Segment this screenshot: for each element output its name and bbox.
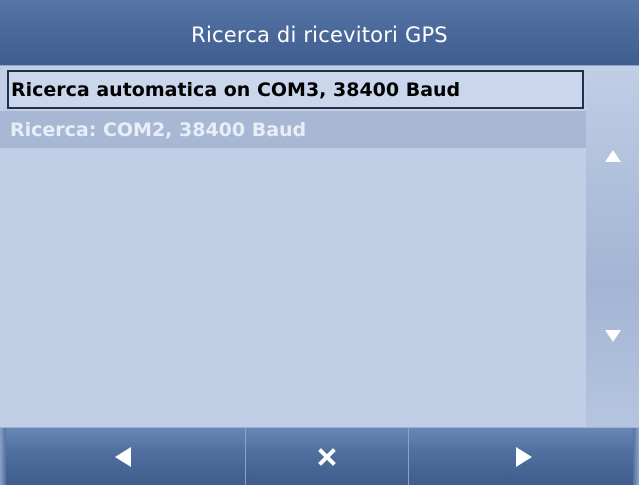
triangle-up-icon [604, 149, 622, 163]
gps-search-screen: Ricerca di ricevitori GPS Ricerca automa… [0, 0, 639, 485]
next-button[interactable] [409, 428, 639, 485]
header-bar: Ricerca di ricevitori GPS [0, 0, 639, 66]
bottom-toolbar [0, 427, 639, 485]
toolbar-edge-right [633, 428, 639, 485]
cancel-button[interactable] [246, 428, 408, 485]
scroll-down-button[interactable] [586, 316, 639, 356]
receiver-list: Ricerca automatica on COM3, 38400 Baud R… [0, 66, 586, 427]
page-title: Ricerca di ricevitori GPS [191, 23, 448, 47]
triangle-right-icon [514, 446, 534, 468]
back-button[interactable] [0, 428, 245, 485]
triangle-left-icon [113, 446, 133, 468]
scrollbar[interactable] [586, 66, 639, 427]
scroll-up-button[interactable] [586, 136, 639, 176]
triangle-down-icon [604, 329, 622, 343]
list-item-auto-search-com3[interactable]: Ricerca automatica on COM3, 38400 Baud [7, 70, 584, 109]
list-item-search-com2[interactable]: Ricerca: COM2, 38400 Baud [0, 111, 586, 148]
x-icon [317, 447, 337, 467]
